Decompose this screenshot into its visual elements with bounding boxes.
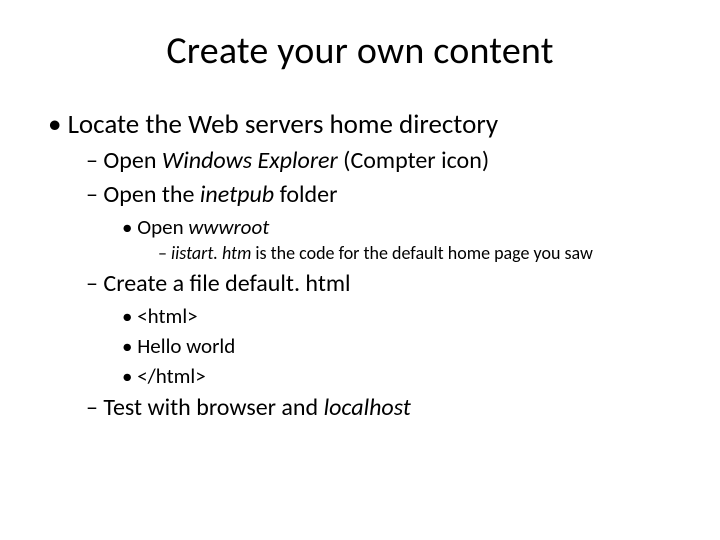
text: Open bbox=[137, 214, 188, 240]
slide-title: Create your own content bbox=[48, 28, 672, 74]
text-italic: inetpub bbox=[200, 180, 280, 209]
text: Test with browser and bbox=[103, 393, 323, 422]
bullet-lvl2: Test with browser and localhost bbox=[86, 393, 672, 423]
sublist: Open Windows Explorer (Compter icon) Ope… bbox=[86, 146, 672, 424]
sublist: <html> Hello world </html> bbox=[122, 303, 672, 390]
text-italic: localhost bbox=[324, 393, 411, 422]
text: is the code for the default home page yo… bbox=[255, 242, 593, 264]
text: Hello world bbox=[137, 333, 235, 359]
text-italic: Windows Explorer bbox=[162, 146, 343, 175]
sublist: Open wwwroot iistart. htm is the code fo… bbox=[122, 214, 672, 265]
text: Create a file default. html bbox=[103, 269, 350, 298]
bullet-lvl3: Hello world bbox=[122, 333, 672, 359]
bullet-lvl3: <html> bbox=[122, 303, 672, 329]
bullet-lvl3: Open wwwroot iistart. htm is the code fo… bbox=[122, 214, 672, 265]
bullet-lvl3: </html> bbox=[122, 363, 672, 389]
text: </html> bbox=[137, 363, 206, 389]
text: Open the bbox=[103, 180, 200, 209]
text: <html> bbox=[137, 303, 197, 329]
bullet-lvl2: Create a file default. html <html> Hello… bbox=[86, 269, 672, 390]
slide: Create your own content Locate the Web s… bbox=[0, 0, 720, 540]
bullet-lvl1: Locate the Web servers home directory Op… bbox=[48, 108, 672, 423]
text-italic: iistart. htm bbox=[171, 242, 255, 264]
bullet-lvl2: Open the inetpub folder Open wwwroot iis… bbox=[86, 180, 672, 265]
bullet-lvl4: iistart. htm is the code for the default… bbox=[158, 242, 672, 265]
text-italic: wwwroot bbox=[188, 214, 269, 240]
text: Locate the Web servers home directory bbox=[68, 108, 499, 141]
text: Open bbox=[103, 146, 161, 175]
sublist: iistart. htm is the code for the default… bbox=[158, 242, 672, 265]
bullet-list: Locate the Web servers home directory Op… bbox=[48, 108, 672, 423]
bullet-lvl2: Open Windows Explorer (Compter icon) bbox=[86, 146, 672, 176]
text: (Compter icon) bbox=[343, 146, 489, 175]
text: folder bbox=[280, 180, 338, 209]
